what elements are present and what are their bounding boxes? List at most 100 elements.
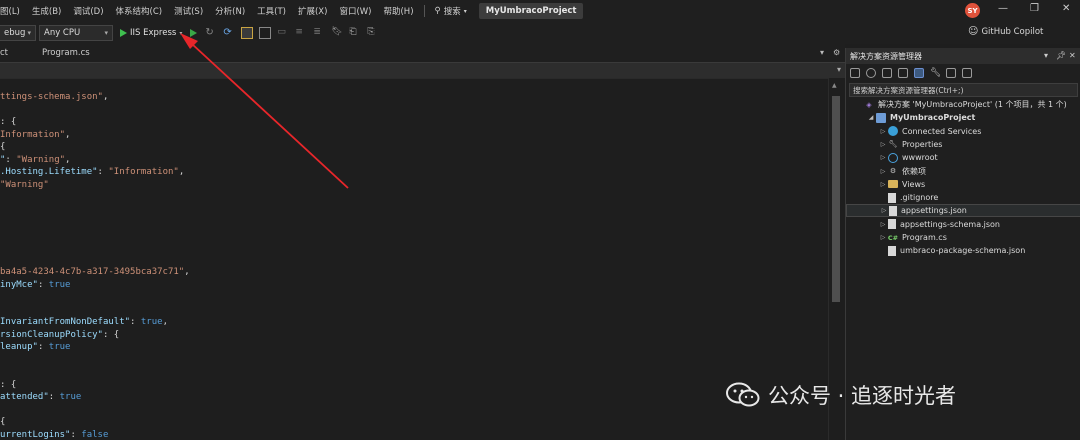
chevron-right-icon[interactable]: ▷ <box>878 141 888 148</box>
solution-explorer-title: 解决方案资源管理器 <box>850 52 922 61</box>
github-copilot-button[interactable]: ☺ GitHub Copilot <box>968 26 1043 37</box>
tree-item[interactable]: ▷ appsettings-schema.json <box>846 218 1080 231</box>
code-line: : { <box>0 379 16 391</box>
scroll-up-icon[interactable]: ▲ <box>832 82 837 89</box>
code-token: ttings-schema.json" <box>0 92 103 102</box>
chevron-down-icon: ▾ <box>463 7 467 15</box>
code-token: , <box>65 154 71 165</box>
menu-help[interactable]: 帮助(H) <box>377 5 419 17</box>
search-button[interactable]: ⚲ 搜索 ▾ <box>429 5 473 17</box>
solution-explorer-toolbar: 🔧︎ <box>846 64 1080 82</box>
menu-debug[interactable]: 调试(D) <box>67 5 109 17</box>
tree-item[interactable]: ▷ C# Program.cs <box>846 231 1080 244</box>
editor-header <box>0 78 845 88</box>
bookmark-clear-icon[interactable]: ⎘ <box>367 27 379 39</box>
chevron-right-icon[interactable]: ▷ <box>878 234 888 241</box>
solution-explorer-search[interactable]: 搜索解决方案资源管理器(Ctrl+;) <box>849 83 1078 97</box>
tree-item[interactable]: ▷ wwwroot <box>846 151 1080 164</box>
close-icon[interactable]: ✕ <box>1069 51 1076 60</box>
tree-item[interactable]: ▷ appsettings.json <box>846 204 1080 218</box>
chevron-right-icon[interactable]: ▷ <box>878 154 888 161</box>
start-debugging-button[interactable]: IIS Express ▾ <box>116 28 186 38</box>
code-token: inyMce" <box>0 279 38 290</box>
chevron-down-icon[interactable]: ▾ <box>837 65 841 74</box>
properties-toolbar-icon[interactable] <box>962 68 972 78</box>
indent-icon[interactable]: ≡ <box>295 27 307 39</box>
comment-icon[interactable]: ≣ <box>313 27 325 39</box>
restore-icon[interactable]: ❐ <box>1030 3 1039 14</box>
chevron-right-icon[interactable]: ▷ <box>878 168 888 175</box>
tree-item[interactable]: ▷ Views <box>846 178 1080 191</box>
tab-program-cs[interactable]: Program.cs <box>34 44 120 62</box>
code-token: { <box>0 142 6 152</box>
start-without-debugging-icon[interactable] <box>190 29 198 37</box>
tree-item-label: Views <box>902 179 926 189</box>
bookmark-icon[interactable]: 🔖︎ <box>331 27 343 39</box>
code-token: : <box>130 317 141 327</box>
sync-icon[interactable] <box>866 68 876 78</box>
chevron-right-icon[interactable]: ▷ <box>878 128 888 135</box>
code-token: true <box>48 279 71 290</box>
gear-icon[interactable]: ⚙ <box>833 48 840 57</box>
switch-views-icon[interactable] <box>914 68 924 78</box>
tree-item[interactable]: .gitignore <box>846 191 1080 204</box>
minimize-icon[interactable]: — <box>998 3 1008 14</box>
back-icon[interactable] <box>850 68 860 78</box>
menu-analyze[interactable]: 分析(N) <box>209 5 251 17</box>
tree-item[interactable]: ▷ Connected Services <box>846 125 1080 138</box>
code-token: Information" <box>0 129 66 140</box>
chevron-down-icon[interactable]: ▾ <box>1044 51 1048 60</box>
platform-value: Any CPU <box>44 28 81 38</box>
menu-view[interactable]: 图(L) <box>0 5 26 17</box>
code-line: Information", <box>0 129 70 141</box>
tab-settings-icon[interactable]: ▾ <box>820 48 824 57</box>
code-token: : <box>70 429 82 440</box>
code-editor[interactable]: ttings-schema.json",: {Information",{": … <box>0 88 828 440</box>
solution-title: MyUmbracoProject <box>478 3 584 19</box>
code-token: : { <box>0 117 17 127</box>
configuration-dropdown[interactable]: ebug ▾ <box>0 25 36 41</box>
menu-test[interactable]: 测试(S) <box>168 5 209 17</box>
platform-dropdown[interactable]: Any CPU ▾ <box>39 25 113 41</box>
solution-explorer-toolbar-icon[interactable] <box>241 27 254 39</box>
breakpoint-icon[interactable]: ▭ <box>277 27 289 39</box>
menu-bar: 图(L) 生成(B) 调试(D) 体系结构(C) 测试(S) 分析(N) 工具(… <box>0 0 1080 22</box>
chevron-right-icon[interactable]: ▷ <box>878 221 888 228</box>
code-line: ba4a5-4234-4c7b-a317-3495bca37c71", <box>0 266 190 278</box>
menu-build[interactable]: 生成(B) <box>26 5 67 17</box>
refresh-icon[interactable]: ⟳ <box>223 27 235 39</box>
dependencies-icon: ⚙ <box>889 167 897 175</box>
menu-architecture[interactable]: 体系结构(C) <box>110 5 169 17</box>
preview-icon[interactable] <box>946 68 956 78</box>
menu-window[interactable]: 窗口(W) <box>333 5 377 17</box>
project-icon <box>876 112 886 123</box>
tree-item[interactable]: ◈ 解决方案 'MyUmbracoProject' (1 个项目，共 1 个) <box>846 98 1080 111</box>
code-token: InvariantFromNonDefault" <box>0 317 131 327</box>
pin-icon[interactable]: 📌︎ <box>1056 51 1066 60</box>
layout-icon[interactable] <box>259 27 272 39</box>
show-all-files-icon[interactable] <box>898 68 908 78</box>
scrollbar-thumb[interactable] <box>832 96 840 302</box>
close-icon[interactable]: ✕ <box>1062 3 1070 14</box>
wechat-logo-icon <box>726 382 760 407</box>
collapse-icon[interactable] <box>882 68 892 78</box>
menu-extensions[interactable]: 扩展(X) <box>292 5 333 17</box>
tree-item-label: 依赖项 <box>902 166 926 176</box>
chevron-down-icon: ▾ <box>104 29 108 37</box>
menu-separator <box>423 5 425 17</box>
bookmark-next-icon[interactable]: ⎗ <box>349 27 361 39</box>
chevron-right-icon[interactable]: ▷ <box>878 181 888 188</box>
tab-project[interactable]: ct <box>0 44 34 62</box>
menu-tools[interactable]: 工具(T) <box>251 5 292 17</box>
tree-item-label: appsettings.json <box>901 206 967 216</box>
tree-item[interactable]: ◢ MyUmbracoProject <box>846 111 1080 124</box>
code-token: rsionCleanupPolicy" <box>0 329 103 340</box>
tree-item[interactable]: umbraco-package-schema.json <box>846 244 1080 257</box>
wrench-icon[interactable]: 🔧︎ <box>930 68 941 78</box>
chevron-right-icon[interactable]: ▷ <box>879 207 889 214</box>
account-avatar[interactable]: SY <box>965 3 980 18</box>
tree-item[interactable]: ▷ 🔧︎ Properties <box>846 138 1080 151</box>
hot-reload-icon[interactable]: ↻ <box>205 27 217 39</box>
chevron-down-icon[interactable]: ◢ <box>866 114 876 121</box>
tree-item[interactable]: ▷ ⚙ 依赖项 <box>846 165 1080 178</box>
